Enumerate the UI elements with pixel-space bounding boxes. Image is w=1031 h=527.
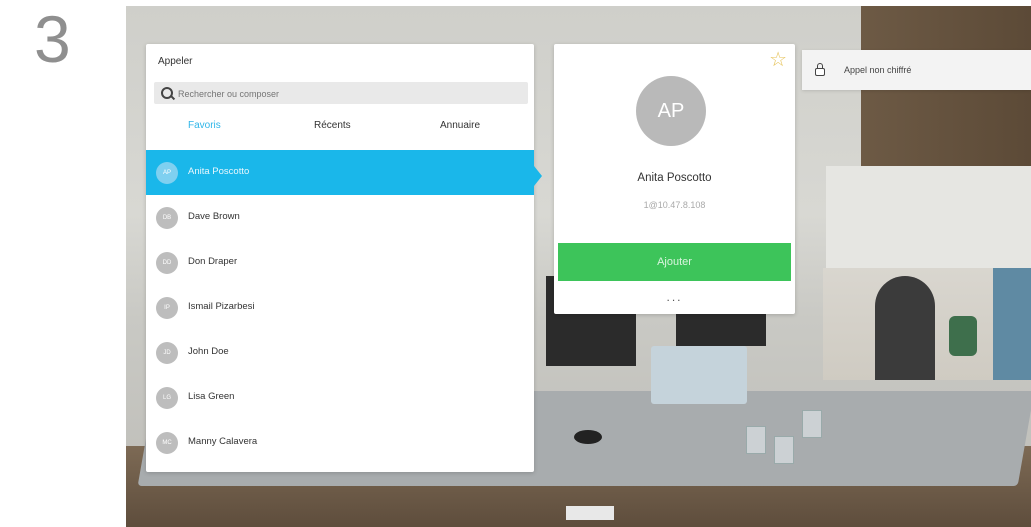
list-item[interactable]: MC Manny Calavera: [146, 420, 534, 465]
tab-recents[interactable]: Récents: [314, 120, 351, 131]
contact-name: Anita Poscotto: [188, 166, 250, 177]
call-panel-title: Appeler: [158, 56, 193, 67]
list-item[interactable]: IP Ismail Pizarbesi: [146, 285, 534, 330]
avatar: DB: [156, 207, 178, 229]
contact-card: ☆ AP Anita Poscotto 1@10.47.8.108 Ajoute…: [554, 44, 795, 314]
self-view[interactable]: [823, 268, 1031, 380]
contact-name: John Doe: [188, 346, 229, 357]
avatar: AP: [636, 76, 706, 146]
search-bar[interactable]: [154, 82, 528, 104]
step-number: 3: [34, 2, 71, 76]
avatar: AP: [156, 162, 178, 184]
floor-plate: [566, 506, 614, 520]
search-input[interactable]: [176, 86, 520, 102]
avatar: DD: [156, 252, 178, 274]
more-options-button[interactable]: ...: [554, 290, 795, 304]
self-view-plant: [949, 316, 977, 356]
contact-name: Lisa Green: [188, 391, 235, 402]
contact-name: Manny Calavera: [188, 436, 258, 447]
tab-favoris[interactable]: Favoris: [188, 120, 221, 131]
glass: [774, 436, 794, 464]
contact-name: Dave Brown: [188, 211, 240, 222]
add-button[interactable]: Ajouter: [558, 243, 791, 281]
avatar: IP: [156, 297, 178, 319]
encryption-status-text: Appel non chiffré: [844, 65, 912, 75]
table-microphone: [574, 430, 602, 444]
list-item[interactable]: AP Anita Poscotto: [146, 150, 534, 195]
contact-card-address: 1@10.47.8.108: [643, 200, 706, 210]
selection-pointer: [534, 166, 542, 186]
wall-window: [826, 166, 1031, 276]
contact-name: Ismail Pizarbesi: [188, 301, 255, 312]
avatar: MC: [156, 432, 178, 454]
glass: [802, 410, 822, 438]
search-icon: [161, 87, 173, 99]
tabs: Favoris Récents Annuaire: [146, 120, 534, 144]
call-panel: Appeler Favoris Récents Annuaire AP Anit…: [146, 44, 542, 472]
list-item[interactable]: LG Lisa Green: [146, 375, 534, 420]
star-icon[interactable]: ☆: [769, 50, 787, 70]
contact-name: Don Draper: [188, 256, 238, 267]
encryption-status: Appel non chiffré: [802, 50, 1031, 90]
list-item[interactable]: DB Dave Brown: [146, 195, 534, 240]
laptop: [651, 346, 747, 404]
contact-card-name: Anita Poscotto: [637, 172, 712, 184]
tab-annuaire[interactable]: Annuaire: [440, 120, 480, 131]
avatar: LG: [156, 387, 178, 409]
list-item[interactable]: JD John Doe: [146, 330, 534, 375]
list-item[interactable]: DD Don Draper: [146, 240, 534, 285]
avatar: JD: [156, 342, 178, 364]
self-view-person: [875, 276, 935, 380]
glass: [746, 426, 766, 454]
lock-icon: [815, 63, 825, 76]
self-view-wall: [993, 268, 1031, 380]
